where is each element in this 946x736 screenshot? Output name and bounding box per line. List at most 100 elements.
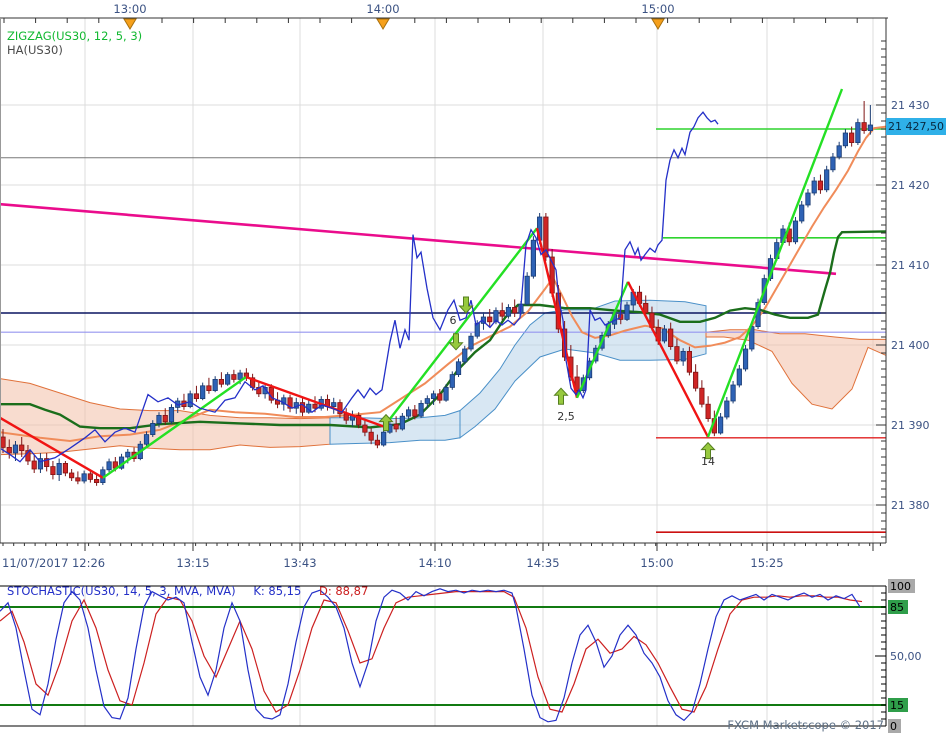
candle-down	[817, 180, 824, 191]
candle-up	[855, 122, 861, 143]
up-arrow-marker	[553, 387, 569, 405]
candle-up	[150, 422, 156, 435]
stochastic-k-value-label: K: 85,15	[253, 584, 302, 598]
candle-up	[56, 462, 62, 475]
stoch-k-line	[0, 588, 861, 723]
candle-up	[399, 415, 405, 430]
candle-down	[218, 378, 224, 385]
candle-down	[374, 439, 381, 446]
stochastic-legend: STOCHASTIC(US30, 14, 5, 3, MVA, MVA) K: …	[7, 584, 368, 598]
candle-down	[231, 374, 237, 380]
candle-up	[824, 169, 830, 191]
candle-down	[162, 414, 168, 423]
price-axis-label: 21 400	[891, 339, 930, 352]
candle-up	[842, 132, 849, 147]
candle-up	[680, 350, 686, 362]
stoch-axis-label: 50,00	[890, 650, 922, 663]
down-arrow-marker	[448, 333, 464, 351]
candle-down	[368, 431, 374, 441]
session-marker-triangle	[376, 18, 390, 30]
pink-trendline	[0, 202, 837, 276]
candle-down	[437, 393, 443, 401]
marker-count-label: 2,5	[557, 410, 575, 423]
copyright-label: FXCM Marketscope © 2017	[727, 718, 884, 732]
candle-up	[799, 204, 805, 222]
candle-up	[730, 384, 736, 402]
candle-up	[106, 461, 112, 471]
marker-count-label: 6	[450, 314, 457, 327]
top-time-label: 13:00	[113, 2, 146, 16]
zigzag-segment	[383, 227, 538, 428]
chart-canvas[interactable]: 62,5141008550,0015021 43021 42021 41021 …	[0, 0, 946, 736]
bottom-time-label: 11/07/2017 12:26	[2, 556, 105, 570]
stochastic-title-label: STOCHASTIC(US30, 14, 5, 3, MVA, MVA)	[7, 584, 236, 598]
candle-down	[50, 466, 56, 476]
candle-up	[792, 220, 799, 243]
session-marker-triangle	[123, 18, 137, 30]
stoch-axis-label: 15	[890, 699, 904, 712]
candle-up	[524, 275, 530, 305]
candle-down	[705, 403, 711, 420]
stoch-axis-label: 100	[890, 580, 911, 593]
candle-down	[861, 122, 867, 131]
bottom-time-label: 15:00	[640, 556, 673, 570]
candle-up	[449, 374, 455, 388]
axes-layer: 21 430 21 420 21 410 21 400 21 390 21 380 13:0…	[0, 2, 930, 570]
candle-up	[742, 348, 749, 370]
candle-up	[12, 444, 19, 454]
overlay-lines-layer	[0, 125, 887, 443]
candle-down	[499, 310, 505, 317]
down-arrow-marker	[458, 296, 474, 314]
candle-up	[830, 156, 836, 171]
candle-down	[87, 473, 93, 480]
top-time-label: 15:00	[641, 2, 674, 16]
candle-up	[811, 180, 817, 194]
candle-down	[75, 477, 81, 482]
candle-up	[143, 434, 150, 445]
candle-down	[94, 478, 100, 483]
stoch-d-line	[0, 590, 863, 713]
candle-down	[412, 409, 418, 417]
candle-up	[443, 386, 449, 401]
candle-up	[468, 335, 474, 350]
candle-up	[462, 348, 468, 363]
candle-up	[624, 304, 630, 320]
indicator-legend: ZIGZAG(US30, 12, 5, 3) HA(US30)	[7, 29, 142, 57]
candle-up	[418, 402, 424, 417]
candle-down	[193, 393, 200, 399]
bottom-time-label: 13:43	[283, 556, 316, 570]
stoch-axis-label: 85	[890, 601, 904, 614]
candle-down	[699, 387, 705, 405]
candle-up	[212, 378, 218, 391]
candle-up	[156, 414, 162, 424]
candle-up	[200, 385, 206, 399]
price-axis-label: 21 420	[891, 179, 930, 192]
candle-down	[19, 444, 25, 451]
bottom-time-label: 14:35	[526, 556, 559, 570]
candle-up	[168, 406, 175, 423]
candle-down	[674, 346, 680, 362]
session-marker-triangle	[651, 18, 665, 30]
price-axis-label: 21 390	[891, 419, 930, 432]
candle-down	[686, 350, 693, 373]
candle-up	[661, 328, 668, 342]
candle-up	[430, 393, 437, 399]
candle-up	[867, 124, 873, 131]
candle-up	[836, 145, 842, 158]
price-axis-label: 21 430	[891, 99, 930, 112]
candle-down	[69, 472, 75, 479]
bottom-time-label: 14:10	[418, 556, 451, 570]
candle-down	[206, 385, 212, 391]
candle-up	[455, 361, 462, 375]
top-time-label: 14:00	[366, 2, 399, 16]
candle-up	[805, 192, 811, 206]
candle-down	[393, 423, 399, 430]
candle-up	[187, 393, 193, 407]
candle-down	[668, 328, 674, 348]
candle-down	[487, 316, 493, 323]
marker-count-label: 14	[701, 455, 715, 468]
price-axis-label: 21 410	[891, 259, 930, 272]
candle-up	[225, 374, 231, 385]
bottom-time-label: 13:15	[176, 556, 209, 570]
price-axis-label: 21 380	[891, 499, 930, 512]
